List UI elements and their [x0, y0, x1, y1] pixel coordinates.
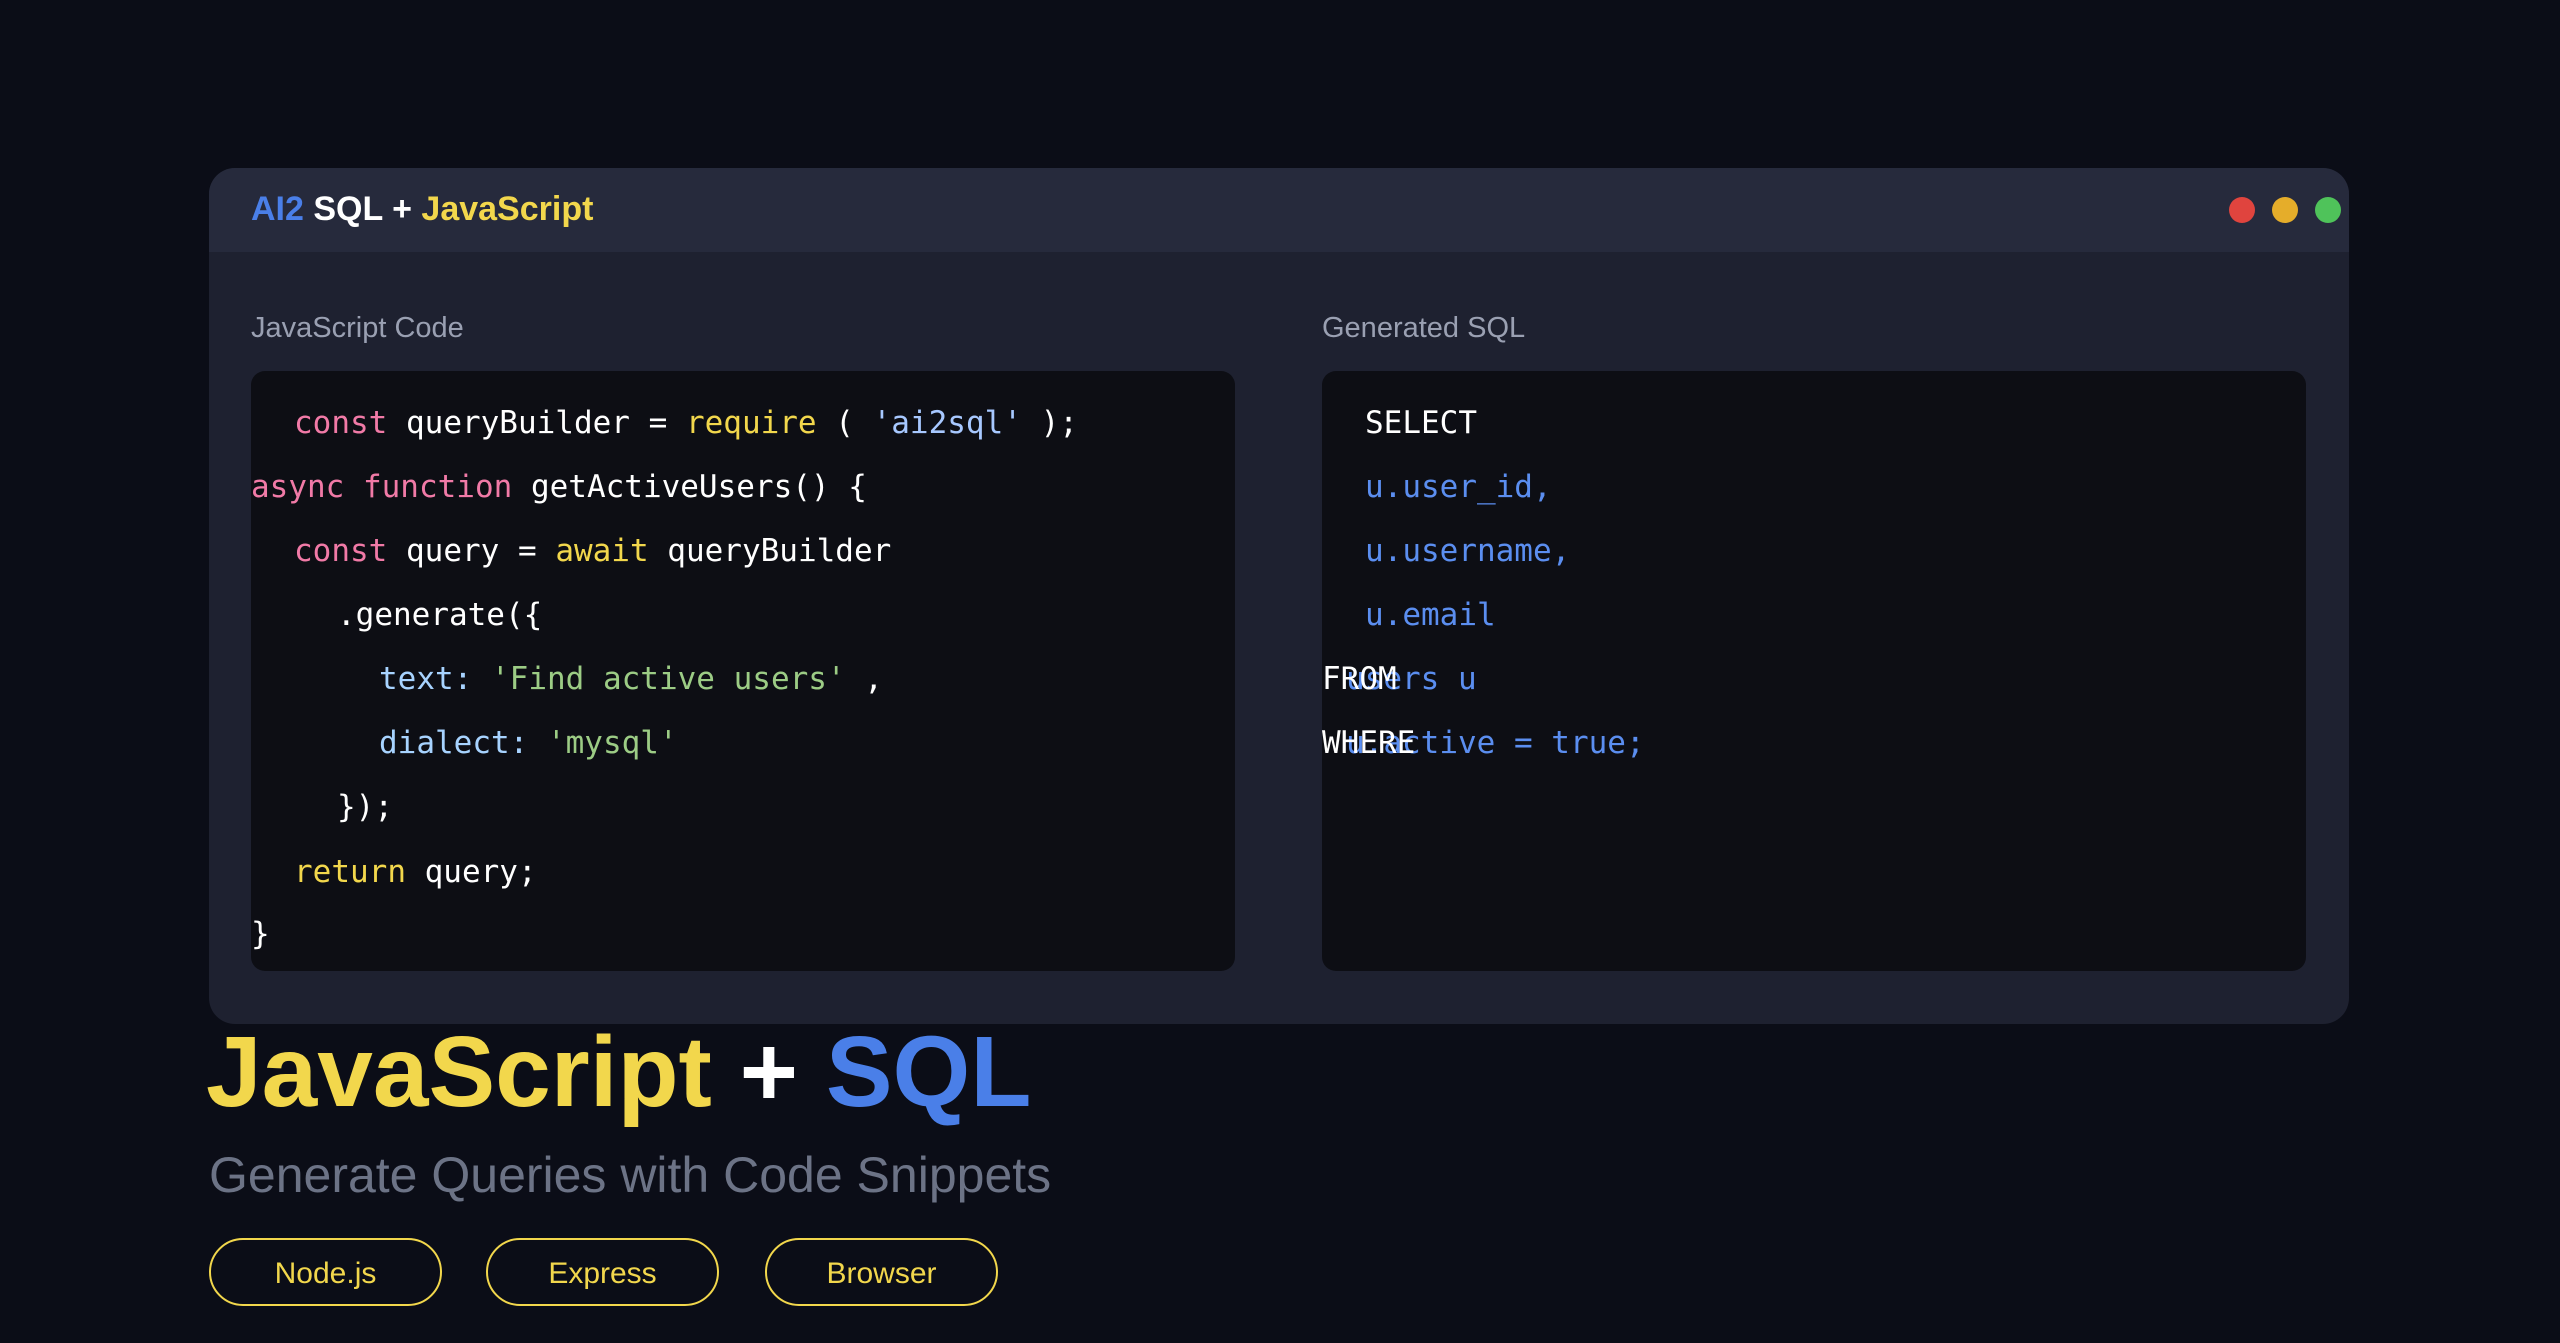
code-line: const queryBuilder = require ( 'ai2sql' …	[294, 403, 1078, 443]
js-code-editor[interactable]: const queryBuilder = require ( 'ai2sql' …	[251, 371, 1235, 971]
hero-sql: SQL	[825, 1016, 1032, 1128]
sql-line: u.username,	[1365, 533, 1571, 569]
punctuation: ,	[845, 661, 883, 697]
code-line: text: 'Find active users' ,	[379, 659, 883, 699]
identifier: queryBuilder =	[387, 405, 686, 441]
keyword: await	[555, 533, 649, 569]
code-line: }	[251, 916, 270, 952]
hero-plus: +	[739, 1016, 799, 1128]
title-javascript: JavaScript	[421, 190, 594, 228]
identifier: query =	[387, 533, 556, 569]
sql-line: SELECT	[1365, 405, 1477, 441]
sql-panel-label: Generated SQL	[1322, 312, 1526, 344]
sql-keyword: WHERE	[1322, 725, 1416, 761]
window-title: AI2 SQL + JavaScript	[251, 190, 593, 229]
tag-nodejs[interactable]: Node.js	[209, 1238, 442, 1306]
string-literal: 'ai2sql'	[872, 405, 1022, 441]
punctuation: );	[1021, 405, 1078, 441]
minimize-button[interactable]	[2272, 197, 2298, 223]
sql-line: u.user_id,	[1365, 469, 1552, 505]
maximize-button[interactable]	[2315, 197, 2341, 223]
property-key: text:	[379, 661, 473, 697]
code-line: return query;	[294, 852, 537, 892]
keyword: const	[294, 405, 388, 441]
property-key: dialect:	[379, 725, 529, 761]
js-panel-label: JavaScript Code	[251, 312, 464, 344]
identifier: queryBuilder	[648, 533, 892, 569]
code-line: });	[337, 789, 393, 825]
keyword: const	[294, 533, 388, 569]
close-button[interactable]	[2229, 197, 2255, 223]
code-line: dialect: 'mysql'	[379, 723, 678, 763]
tag-browser[interactable]: Browser	[765, 1238, 998, 1306]
hero-javascript: JavaScript	[206, 1016, 712, 1128]
identifier: query;	[405, 854, 537, 890]
function-name: require	[685, 405, 817, 441]
hero-subtitle: Generate Queries with Code Snippets	[209, 1147, 1052, 1203]
code-line: const query = await queryBuilder	[294, 531, 891, 571]
keyword: async function	[251, 469, 513, 505]
sql-output-panel[interactable]: SELECT u.user_id, u.username, u.email us…	[1322, 371, 2306, 971]
window-titlebar: AI2 SQL + JavaScript	[209, 168, 2349, 252]
title-sql: SQL +	[313, 190, 412, 228]
identifier: getActiveUsers() {	[512, 469, 867, 505]
punctuation: (	[816, 405, 873, 441]
tag-express[interactable]: Express	[486, 1238, 719, 1306]
sql-keyword: FROM	[1322, 661, 1397, 697]
code-window: AI2 SQL + JavaScript JavaScript Code con…	[209, 168, 2349, 1024]
title-ai2: AI2	[251, 190, 304, 228]
keyword: return	[294, 854, 406, 890]
sql-line: u.email	[1365, 597, 1496, 633]
code-line: async function getActiveUsers() {	[251, 467, 867, 507]
string-literal: 'mysql'	[528, 725, 678, 761]
string-literal: 'Find active users'	[472, 661, 846, 697]
hero-heading: JavaScript + SQL	[206, 1012, 1031, 1132]
code-line: .generate({	[337, 597, 543, 633]
